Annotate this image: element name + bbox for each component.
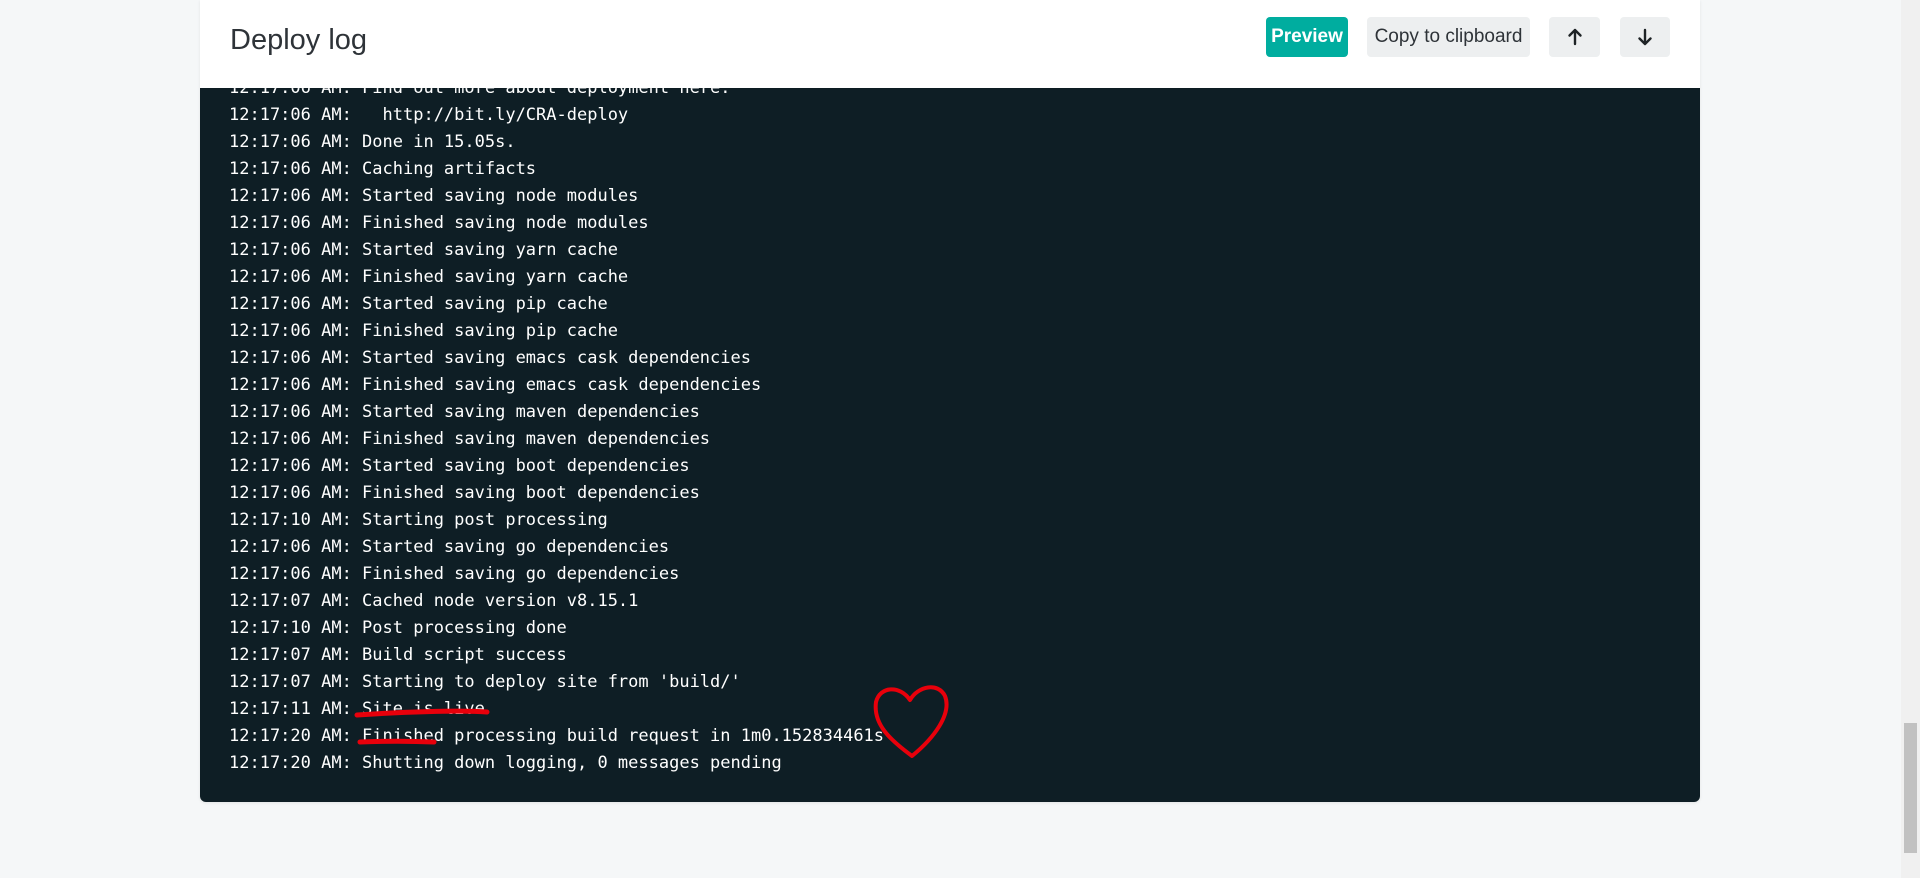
deploy-log-output[interactable]: 12:17:06 AM: Find out more about deploym… — [200, 88, 1700, 802]
log-lines: 12:17:06 AM: Find out more about deploym… — [229, 88, 884, 777]
page-title: Deploy log — [230, 24, 368, 56]
log-line: 12:17:06 AM: Started saving node modules — [229, 186, 639, 206]
preview-button[interactable]: Preview — [1266, 17, 1348, 57]
log-line: 12:17:06 AM: Started saving yarn cache — [229, 240, 618, 260]
log-line: 12:17:07 AM: Build script success — [229, 645, 567, 665]
deploy-log-card: Deploy log Preview Copy to clipboard 12:… — [200, 0, 1700, 802]
log-line: 12:17:06 AM: Started saving boot depende… — [229, 456, 690, 476]
log-line: 12:17:10 AM: Starting post processing — [229, 510, 608, 530]
log-line-finished: 12:17:20 AM: Finished processing build r… — [229, 726, 885, 746]
log-line: 12:17:06 AM: Find out more about deploym… — [229, 88, 731, 98]
arrow-down-icon — [1638, 28, 1652, 46]
log-line: 12:17:06 AM: http://bit.ly/CRA-deploy — [229, 105, 629, 125]
arrow-up-icon — [1567, 28, 1582, 46]
log-line: 12:17:06 AM: Started saving maven depend… — [229, 402, 700, 422]
log-line: 12:17:07 AM: Cached node version v8.15.1 — [229, 591, 639, 611]
log-line: 12:17:06 AM: Finished saving pip cache — [229, 321, 618, 341]
log-line: 12:17:06 AM: Finished saving yarn cache — [229, 267, 629, 287]
log-line: 12:17:20 AM: Shutting down logging, 0 me… — [229, 753, 782, 773]
log-line: 12:17:07 AM: Starting to deploy site fro… — [229, 672, 741, 692]
scroll-to-bottom-button[interactable] — [1620, 17, 1670, 57]
log-line: 12:17:06 AM: Started saving emacs cask d… — [229, 348, 751, 368]
log-line: 12:17:06 AM: Finished saving go dependen… — [229, 564, 680, 584]
log-line: 12:17:06 AM: Done in 15.05s. — [229, 132, 516, 152]
log-line: 12:17:06 AM: Finished saving boot depend… — [229, 483, 700, 503]
log-line: 12:17:06 AM: Finished saving emacs cask … — [229, 375, 762, 395]
deploy-log-header: Deploy log Preview Copy to clipboard — [200, 0, 1700, 88]
copy-to-clipboard-button[interactable]: Copy to clipboard — [1367, 17, 1530, 57]
log-line: 12:17:06 AM: Finished saving node module… — [229, 213, 649, 233]
page-scrollbar-thumb[interactable] — [1904, 723, 1917, 853]
log-line: 12:17:10 AM: Post processing done — [229, 618, 567, 638]
scroll-to-top-button[interactable] — [1549, 17, 1600, 57]
log-line: 12:17:06 AM: Started saving go dependenc… — [229, 537, 670, 557]
heart-icon — [873, 685, 949, 758]
log-line: 12:17:06 AM: Finished saving maven depen… — [229, 429, 711, 449]
log-line: 12:17:06 AM: Caching artifacts — [229, 159, 537, 179]
log-line-site-live: 12:17:11 AM: Site is live — [229, 699, 485, 719]
deploy-page: Deploy log Preview Copy to clipboard 12:… — [0, 0, 1920, 878]
log-line: 12:17:06 AM: Started saving pip cache — [229, 294, 608, 314]
